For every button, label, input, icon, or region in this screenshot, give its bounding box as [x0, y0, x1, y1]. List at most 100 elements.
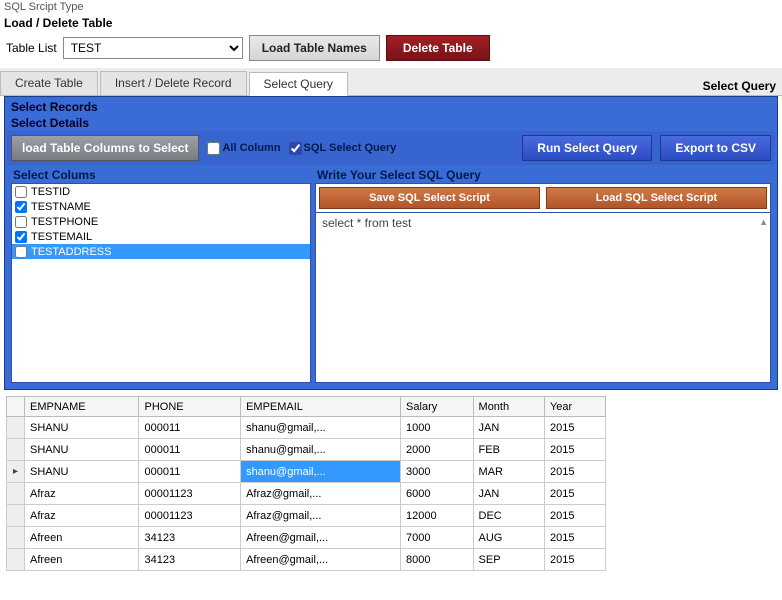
grid-cell[interactable]: shanu@gmail,...: [241, 417, 401, 439]
grid-cell[interactable]: FEB: [473, 439, 544, 461]
row-header[interactable]: [7, 527, 25, 549]
grid-cell[interactable]: DEC: [473, 505, 544, 527]
grid-cell[interactable]: shanu@gmail,...: [241, 439, 401, 461]
tab-select-query[interactable]: Select Query: [249, 72, 348, 96]
row-header[interactable]: [7, 483, 25, 505]
grid-cell[interactable]: MAR: [473, 461, 544, 483]
table-list-dropdown[interactable]: TEST: [63, 37, 243, 59]
column-label: TESTADDRESS: [31, 246, 111, 258]
column-checkbox[interactable]: [15, 231, 27, 243]
delete-table-button[interactable]: Delete Table: [386, 35, 490, 61]
grid-cell[interactable]: 3000: [401, 461, 473, 483]
grid-cell[interactable]: 2015: [544, 505, 605, 527]
grid-cell[interactable]: Afraz@gmail,...: [241, 505, 401, 527]
grid-cell[interactable]: SEP: [473, 549, 544, 571]
all-column-checkbox[interactable]: All Column: [207, 142, 280, 155]
select-details-title: Select Details: [7, 115, 775, 131]
grid-cell[interactable]: 000011: [139, 417, 241, 439]
grid-cell[interactable]: Afreen: [25, 527, 139, 549]
grid-cell[interactable]: JAN: [473, 483, 544, 505]
sql-textarea[interactable]: select * from test: [316, 213, 770, 382]
column-checkbox[interactable]: [15, 201, 27, 213]
table-row[interactable]: SHANU000011shanu@gmail,...1000JAN2015: [7, 417, 606, 439]
export-csv-button[interactable]: Export to CSV: [660, 135, 771, 161]
grid-cell[interactable]: 34123: [139, 527, 241, 549]
table-row[interactable]: Afraz00001123Afraz@gmail,...12000DEC2015: [7, 505, 606, 527]
tab-create-table[interactable]: Create Table: [0, 71, 98, 95]
grid-cell[interactable]: 2015: [544, 439, 605, 461]
grid-cell[interactable]: Afreen@gmail,...: [241, 527, 401, 549]
column-item[interactable]: TESTADDRESS: [12, 244, 310, 259]
load-table-names-button[interactable]: Load Table Names: [249, 35, 380, 61]
grid-cell[interactable]: 00001123: [139, 483, 241, 505]
row-header[interactable]: [7, 461, 25, 483]
column-label: TESTNAME: [31, 201, 91, 213]
grid-cell[interactable]: 2015: [544, 483, 605, 505]
row-header[interactable]: [7, 439, 25, 461]
grid-cell[interactable]: 7000: [401, 527, 473, 549]
grid-cell[interactable]: Afraz: [25, 505, 139, 527]
grid-cell[interactable]: JAN: [473, 417, 544, 439]
row-header[interactable]: [7, 505, 25, 527]
tab-insert-delete[interactable]: Insert / Delete Record: [100, 71, 247, 95]
grid-cell[interactable]: 000011: [139, 461, 241, 483]
grid-cell[interactable]: Afraz: [25, 483, 139, 505]
sql-select-checkbox[interactable]: SQL Select Query: [289, 142, 397, 155]
grid-column-header[interactable]: EMPEMAIL: [241, 397, 401, 417]
grid-cell[interactable]: 2015: [544, 549, 605, 571]
grid-column-header[interactable]: Year: [544, 397, 605, 417]
grid-cell[interactable]: 8000: [401, 549, 473, 571]
grid-cell[interactable]: 2015: [544, 417, 605, 439]
table-row[interactable]: SHANU000011shanu@gmail,...2000FEB2015: [7, 439, 606, 461]
column-checkbox[interactable]: [15, 186, 27, 198]
table-list-label: Table List: [6, 41, 57, 55]
column-label: TESTPHONE: [31, 216, 98, 228]
grid-column-header[interactable]: PHONE: [139, 397, 241, 417]
column-item[interactable]: TESTPHONE: [12, 214, 310, 229]
table-row[interactable]: Afreen34123Afreen@gmail,...7000AUG2015: [7, 527, 606, 549]
column-checkbox[interactable]: [15, 216, 27, 228]
run-select-button[interactable]: Run Select Query: [522, 135, 652, 161]
grid-cell[interactable]: 6000: [401, 483, 473, 505]
grid-column-header[interactable]: EMPNAME: [25, 397, 139, 417]
grid-cell[interactable]: 2000: [401, 439, 473, 461]
column-item[interactable]: TESTNAME: [12, 199, 310, 214]
script-type-label: SQL Srcipt Type: [0, 0, 782, 14]
load-sql-script-button[interactable]: Load SQL Select Script: [546, 187, 767, 209]
grid-cell[interactable]: SHANU: [25, 439, 139, 461]
grid-cell[interactable]: Afreen@gmail,...: [241, 549, 401, 571]
grid-cell[interactable]: Afreen: [25, 549, 139, 571]
panel-title-right: Select Query: [703, 75, 782, 95]
save-sql-script-button[interactable]: Save SQL Select Script: [319, 187, 540, 209]
write-sql-head: Write Your Select SQL Query: [315, 167, 771, 183]
results-grid[interactable]: EMPNAMEPHONEEMPEMAILSalaryMonthYear SHAN…: [6, 396, 606, 571]
grid-cell[interactable]: SHANU: [25, 417, 139, 439]
table-row[interactable]: SHANU000011shanu@gmail,...3000MAR2015: [7, 461, 606, 483]
table-row[interactable]: Afreen34123Afreen@gmail,...8000SEP2015: [7, 549, 606, 571]
load-columns-button[interactable]: load Table Columns to Select: [11, 135, 199, 161]
columns-listbox[interactable]: TESTID TESTNAME TESTPHONE TESTEMAIL TESTADDR…: [11, 183, 311, 383]
grid-cell[interactable]: SHANU: [25, 461, 139, 483]
grid-cell[interactable]: 00001123: [139, 505, 241, 527]
grid-cell[interactable]: 34123: [139, 549, 241, 571]
column-checkbox[interactable]: [15, 246, 27, 258]
grid-cell[interactable]: Afraz@gmail,...: [241, 483, 401, 505]
grid-column-header[interactable]: Month: [473, 397, 544, 417]
select-records-title: Select Records: [7, 99, 775, 115]
table-row[interactable]: Afraz00001123Afraz@gmail,...6000JAN2015: [7, 483, 606, 505]
row-header[interactable]: [7, 417, 25, 439]
row-header[interactable]: [7, 549, 25, 571]
load-delete-header: Load / Delete Table: [0, 14, 782, 32]
grid-cell[interactable]: 12000: [401, 505, 473, 527]
column-item[interactable]: TESTEMAIL: [12, 229, 310, 244]
grid-cell[interactable]: 000011: [139, 439, 241, 461]
column-item[interactable]: TESTID: [12, 184, 310, 199]
grid-cell[interactable]: 2015: [544, 461, 605, 483]
column-label: TESTEMAIL: [31, 231, 92, 243]
column-label: TESTID: [31, 186, 70, 198]
grid-cell[interactable]: shanu@gmail,...: [241, 461, 401, 483]
grid-cell[interactable]: 2015: [544, 527, 605, 549]
grid-column-header[interactable]: Salary: [401, 397, 473, 417]
grid-cell[interactable]: AUG: [473, 527, 544, 549]
grid-cell[interactable]: 1000: [401, 417, 473, 439]
